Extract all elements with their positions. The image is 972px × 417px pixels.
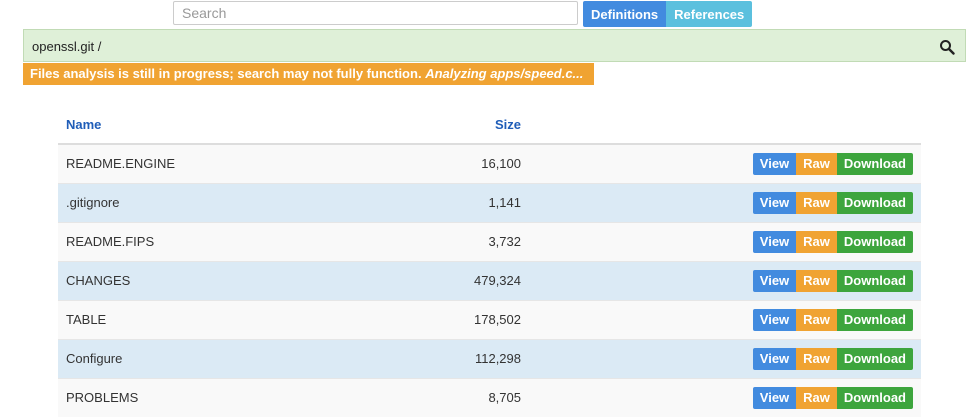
table-header-row: Name Size [58,105,921,145]
table-row: CHANGES 479,324 View Raw Download [58,260,921,300]
breadcrumb-path[interactable]: openssl.git / [32,39,101,54]
file-size: 8,705 [358,377,529,417]
action-group: View Raw Download [752,191,913,214]
download-button[interactable]: Download [836,308,913,331]
file-table: Name Size README.ENGINE 16,100 View Raw Down… [58,105,921,417]
view-button[interactable]: View [752,347,797,370]
download-button[interactable]: Download [836,347,913,370]
table-row: .gitignore 1,141 View Raw Download [58,182,921,222]
view-button[interactable]: View [752,386,797,409]
file-size: 112,298 [358,338,529,378]
size-column-header[interactable]: Size [358,105,529,145]
file-name[interactable]: CHANGES [58,260,358,300]
file-name[interactable]: README.FIPS [58,221,358,261]
file-rows: README.ENGINE 16,100 View Raw Download .gitig… [58,143,921,417]
file-name[interactable]: .gitignore [58,182,358,222]
download-button[interactable]: Download [836,191,913,214]
breadcrumb: openssl.git / [23,29,966,62]
file-size: 3,732 [358,221,529,261]
table-row: README.FIPS 3,732 View Raw Download [58,221,921,261]
search-mode-toggle: Definitions References [583,1,753,27]
file-actions: View Raw Download [529,221,921,261]
raw-button[interactable]: Raw [796,230,837,253]
search-icon[interactable] [939,39,955,55]
file-name[interactable]: README.ENGINE [58,143,358,183]
file-size: 1,141 [358,182,529,222]
file-size: 479,324 [358,260,529,300]
view-button[interactable]: View [752,152,797,175]
search-input[interactable] [173,1,578,25]
file-name[interactable]: Configure [58,338,358,378]
action-group: View Raw Download [752,347,913,370]
file-actions: View Raw Download [529,143,921,183]
actions-column-header [529,105,921,145]
file-actions: View Raw Download [529,182,921,222]
download-button[interactable]: Download [836,230,913,253]
raw-button[interactable]: Raw [796,152,837,175]
file-actions: View Raw Download [529,338,921,378]
file-size: 178,502 [358,299,529,339]
file-name[interactable]: PROBLEMS [58,377,358,417]
view-button[interactable]: View [752,230,797,253]
download-button[interactable]: Download [836,269,913,292]
download-button[interactable]: Download [836,386,913,409]
view-button[interactable]: View [752,308,797,331]
action-group: View Raw Download [752,308,913,331]
raw-button[interactable]: Raw [796,386,837,409]
raw-button[interactable]: Raw [796,191,837,214]
file-actions: View Raw Download [529,260,921,300]
name-column-header[interactable]: Name [58,105,358,145]
warning-text: Files analysis is still in progress; sea… [30,66,422,81]
warning-status: Analyzing apps/speed.c... [425,66,584,81]
definitions-button[interactable]: Definitions [583,1,667,27]
table-row: TABLE 178,502 View Raw Download [58,299,921,339]
view-button[interactable]: View [752,191,797,214]
file-size: 16,100 [358,143,529,183]
file-actions: View Raw Download [529,377,921,417]
file-name[interactable]: TABLE [58,299,358,339]
raw-button[interactable]: Raw [796,347,837,370]
action-group: View Raw Download [752,152,913,175]
action-group: View Raw Download [752,269,913,292]
action-group: View Raw Download [752,230,913,253]
table-row: README.ENGINE 16,100 View Raw Download [58,143,921,183]
references-button[interactable]: References [666,1,753,27]
download-button[interactable]: Download [836,152,913,175]
table-row: Configure 112,298 View Raw Download [58,338,921,378]
analysis-warning: Files analysis is still in progress; sea… [23,63,594,85]
view-button[interactable]: View [752,269,797,292]
table-row: PROBLEMS 8,705 View Raw Download [58,377,921,417]
raw-button[interactable]: Raw [796,269,837,292]
action-group: View Raw Download [752,386,913,409]
raw-button[interactable]: Raw [796,308,837,331]
file-actions: View Raw Download [529,299,921,339]
